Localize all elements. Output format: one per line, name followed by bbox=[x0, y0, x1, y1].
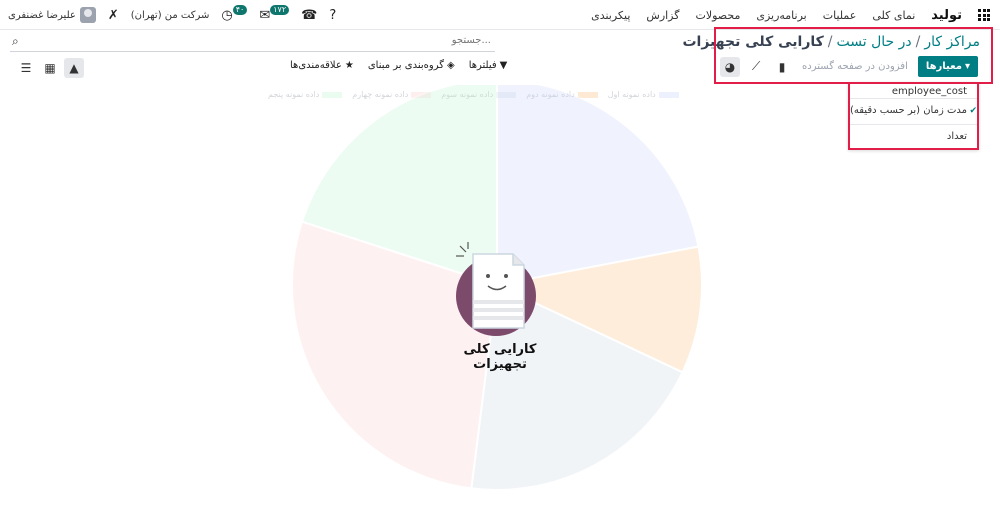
avatar bbox=[79, 7, 96, 23]
main-menu: تولید نمای کلی عملیات برنامه‌ریزی محصولا… bbox=[591, 0, 990, 30]
graph-view-icon[interactable]: ▲ bbox=[64, 58, 84, 78]
user-name: علیرضا غضنفری bbox=[8, 9, 76, 21]
search-icon[interactable]: ⌕ bbox=[12, 34, 19, 49]
messages-badge: ۱۷۲ bbox=[270, 5, 290, 15]
user-menu[interactable]: علیرضا غضنفری bbox=[8, 7, 96, 23]
menu-overview[interactable]: نمای کلی bbox=[872, 9, 915, 22]
top-navbar: تولید نمای کلی عملیات برنامه‌ریزی محصولا… bbox=[0, 0, 1000, 30]
list-view-icon[interactable]: ☰ bbox=[16, 58, 36, 78]
filters-toggle[interactable]: فیلترها ▼ bbox=[469, 60, 508, 71]
apps-menu-icon[interactable] bbox=[978, 9, 990, 21]
pivot-view-icon[interactable]: ▦ bbox=[40, 58, 60, 78]
menu-configuration[interactable]: پیکربندی bbox=[591, 9, 630, 22]
search-bar: ⌕ bbox=[10, 32, 495, 52]
filters-label: فیلترها bbox=[468, 60, 497, 71]
systray: علیرضا غضنفری ✗ شرکت من (تهران) ◷ ۴۰ ✉ ۱۷۲… bbox=[8, 0, 336, 30]
menu-products[interactable]: محصولات bbox=[696, 9, 741, 22]
search-options: علاقه‌مندی‌ها ★ گروه‌بندی بر مبنای ◈ فیلتر… bbox=[290, 60, 507, 71]
highlight-box-breadcrumb bbox=[714, 27, 993, 84]
activities-icon[interactable]: ◷ ۴۰ bbox=[221, 5, 248, 23]
menu-planning[interactable]: برنامه‌ریزی bbox=[756, 9, 806, 22]
layers-icon: ◈ bbox=[446, 60, 455, 71]
document-illustration-icon bbox=[456, 242, 536, 336]
no-content-helper: کارایی کلی تجهیزات bbox=[440, 238, 560, 372]
highlight-box-dropdown bbox=[848, 82, 979, 150]
groupby-toggle[interactable]: گروه‌بندی بر مبنای ◈ bbox=[368, 60, 455, 71]
menu-operations[interactable]: عملیات bbox=[823, 9, 857, 22]
phone-icon[interactable]: ☎ bbox=[301, 8, 317, 23]
help-icon[interactable]: ? bbox=[329, 8, 336, 23]
filter-icon: ▼ bbox=[499, 60, 508, 71]
search-input[interactable] bbox=[51, 35, 491, 46]
favorites-label: علاقه‌مندی‌ها bbox=[290, 60, 342, 71]
menu-reporting[interactable]: گزارش bbox=[646, 9, 679, 22]
activities-badge: ۴۰ bbox=[232, 5, 248, 15]
groupby-label: گروه‌بندی بر مبنای bbox=[367, 60, 444, 71]
messages-icon[interactable]: ✉ ۱۷۲ bbox=[259, 5, 290, 23]
tools-icon[interactable]: ✗ bbox=[108, 8, 119, 23]
favorites-toggle[interactable]: علاقه‌مندی‌ها ★ bbox=[290, 60, 354, 71]
no-content-title: کارایی کلی تجهیزات bbox=[463, 342, 537, 372]
star-icon: ★ bbox=[344, 60, 354, 71]
company-switcher[interactable]: شرکت من (تهران) bbox=[131, 10, 210, 21]
app-brand[interactable]: تولید bbox=[931, 8, 962, 23]
view-switcher: ☰ ▦ ▲ bbox=[16, 58, 84, 78]
